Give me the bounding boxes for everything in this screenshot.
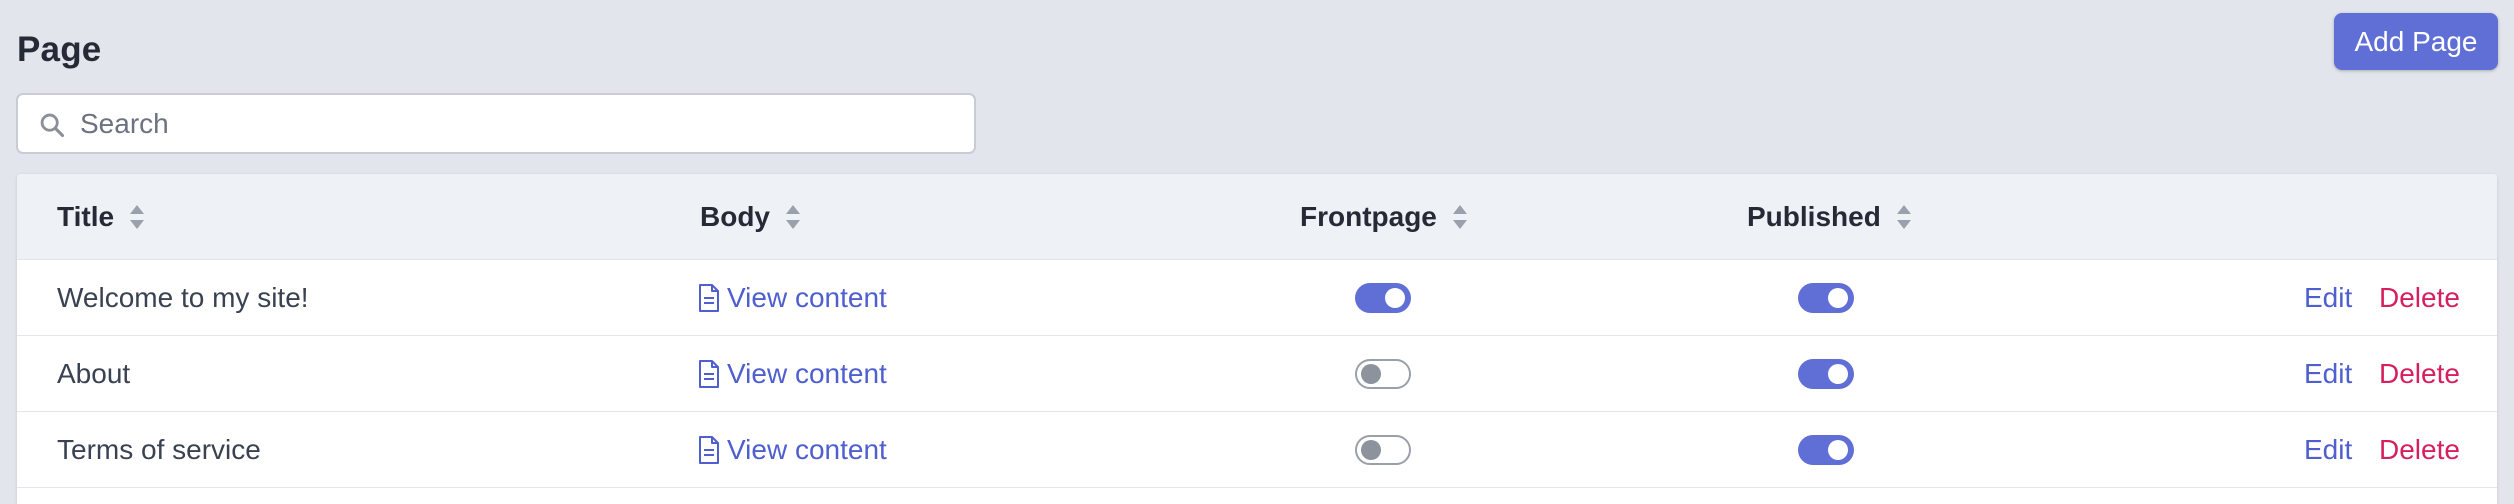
- column-header-label: Title: [57, 201, 115, 232]
- edit-link[interactable]: Edit: [2304, 282, 2352, 314]
- table-row: Welcome to my site! View content Edit De…: [17, 260, 2497, 336]
- sort-icon: [130, 205, 145, 229]
- search-icon: [40, 113, 65, 138]
- sort-icon: [1896, 205, 1911, 229]
- published-toggle[interactable]: [1798, 282, 1854, 313]
- toggle-knob: [1828, 363, 1848, 384]
- column-header-body[interactable]: Body: [700, 174, 801, 260]
- view-content-label: View content: [727, 281, 887, 313]
- toggle-knob: [1361, 363, 1381, 384]
- column-header-label: Body: [700, 201, 770, 232]
- frontpage-toggle[interactable]: [1355, 282, 1411, 313]
- table-header: Title Body Frontpage Published: [17, 174, 2497, 260]
- delete-link[interactable]: Delete: [2379, 434, 2460, 466]
- view-content-link[interactable]: View content: [698, 434, 887, 466]
- document-icon: [699, 435, 719, 464]
- published-toggle[interactable]: [1798, 358, 1854, 389]
- add-page-button[interactable]: Add Page: [2334, 13, 2498, 70]
- document-icon: [699, 283, 719, 312]
- column-header-title[interactable]: Title: [57, 174, 145, 260]
- table-row: About View content Edit Delete: [17, 336, 2497, 412]
- frontpage-toggle[interactable]: [1355, 434, 1411, 465]
- row-title: Terms of service: [57, 433, 261, 465]
- view-content-label: View content: [727, 357, 887, 389]
- toggle-knob: [1828, 287, 1848, 308]
- table-row: Terms of service View content Edit Delet…: [17, 412, 2497, 488]
- view-content-link[interactable]: View content: [698, 282, 887, 314]
- view-content-label: View content: [727, 433, 887, 465]
- column-header-published[interactable]: Published: [1747, 174, 1912, 260]
- edit-link[interactable]: Edit: [2304, 434, 2352, 466]
- toggle-knob: [1361, 439, 1381, 460]
- column-header-label: Frontpage: [1300, 201, 1437, 232]
- delete-link[interactable]: Delete: [2379, 282, 2460, 314]
- edit-link[interactable]: Edit: [2304, 358, 2352, 390]
- sort-icon: [786, 205, 800, 229]
- toggle-knob: [1828, 439, 1848, 460]
- pages-table: Title Body Frontpage Published Welcome t…: [17, 174, 2497, 504]
- sort-icon: [1452, 205, 1467, 229]
- frontpage-toggle[interactable]: [1355, 358, 1411, 389]
- search-box: [16, 93, 976, 154]
- delete-link[interactable]: Delete: [2379, 358, 2460, 390]
- column-header-frontpage[interactable]: Frontpage: [1300, 174, 1468, 260]
- search-input[interactable]: [80, 95, 950, 152]
- published-toggle[interactable]: [1798, 434, 1854, 465]
- row-title: About: [57, 357, 131, 389]
- page-title: Page: [17, 30, 102, 69]
- view-content-link[interactable]: View content: [698, 358, 887, 390]
- column-header-label: Published: [1747, 201, 1881, 232]
- toggle-knob: [1385, 287, 1405, 308]
- document-icon: [699, 359, 719, 388]
- row-title: Welcome to my site!: [57, 281, 309, 313]
